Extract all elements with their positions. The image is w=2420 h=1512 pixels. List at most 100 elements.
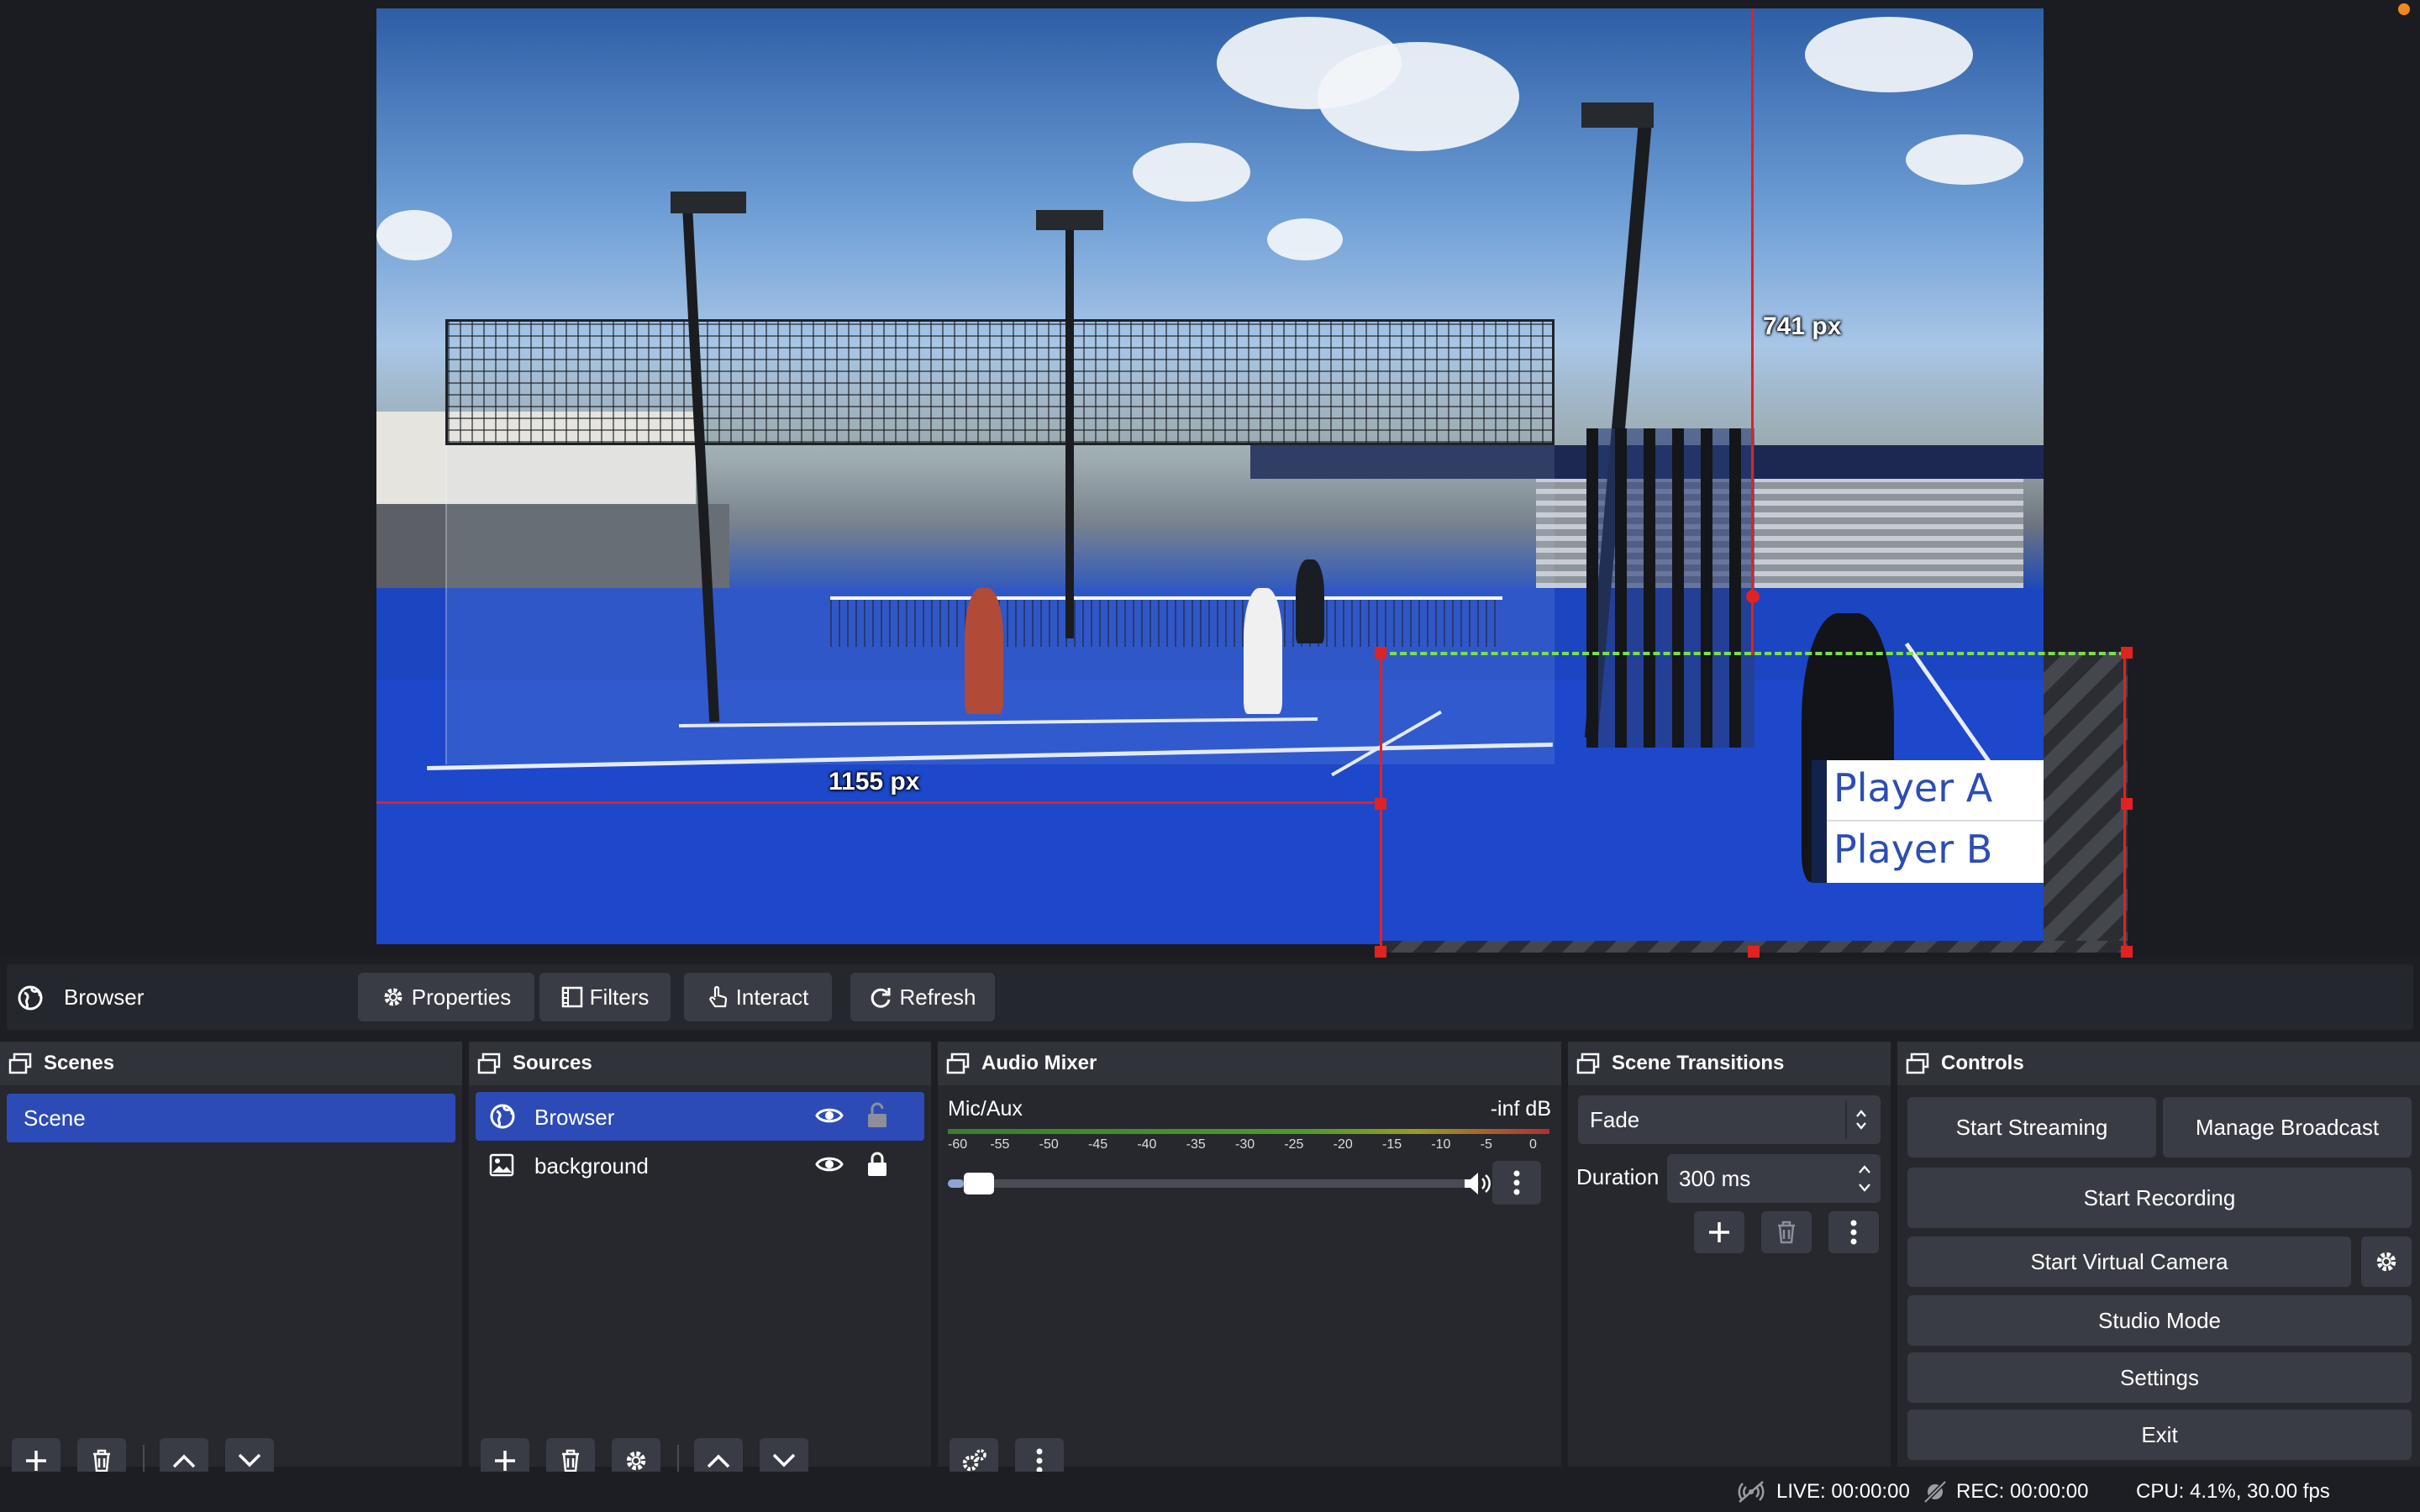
manage-broadcast-button[interactable]: Manage Broadcast — [2163, 1097, 2412, 1158]
remove-transition-button[interactable] — [1761, 1211, 1812, 1253]
gear-icon — [623, 1448, 649, 1473]
resize-handle-bottom-left[interactable] — [1375, 946, 1386, 958]
audio-mixer-title: Audio Mixer — [981, 1052, 1097, 1074]
up-down-arrows-icon — [1845, 1100, 1876, 1139]
floodlight — [1036, 210, 1103, 230]
source-item-background[interactable]: background — [476, 1141, 924, 1189]
cloud — [1133, 143, 1250, 202]
dock-window-icon — [1906, 1053, 1929, 1074]
selection-box[interactable] — [1380, 652, 2126, 951]
interact-label: Interact — [735, 984, 809, 1010]
volume-meter — [948, 1129, 1549, 1134]
transition-select-value: Fade — [1590, 1106, 1640, 1132]
resize-handle-bottom[interactable] — [1748, 946, 1760, 958]
cloud — [1805, 17, 1973, 92]
volume-slider-fill — [948, 1179, 964, 1188]
interact-button[interactable]: Interact — [684, 973, 832, 1021]
meter-scale: -60 -55 -50 -45 -40 -35 -30 -25 -20 -15 -10 -5 0 — [948, 1137, 1549, 1158]
recording-off-icon — [1923, 1480, 1948, 1504]
dock-window-icon — [477, 1053, 501, 1074]
start-recording-button[interactable]: Start Recording — [1907, 1168, 2412, 1228]
trash-icon — [560, 1448, 581, 1473]
net — [830, 596, 1502, 647]
cloud — [376, 210, 452, 260]
meter-tick-label: -55 — [990, 1137, 1010, 1152]
globe-icon — [489, 1103, 516, 1130]
source-toolbar: Browser Properties Filters Interact Refr… — [7, 964, 2413, 1030]
volume-slider[interactable] — [948, 1179, 1479, 1188]
transition-menu-button[interactable] — [1828, 1211, 1879, 1253]
live-timer: LIVE: 00:00:00 — [1776, 1480, 1910, 1503]
trash-icon — [91, 1448, 113, 1473]
speaker-icon[interactable] — [1462, 1169, 1492, 1198]
meter-tick-label: 0 — [1529, 1137, 1537, 1152]
meter-tick-label: -50 — [1039, 1137, 1059, 1152]
source-item-browser[interactable]: Browser — [476, 1092, 924, 1141]
filter-icon — [561, 986, 583, 1008]
spin-arrows-icon[interactable] — [1857, 1161, 1872, 1196]
trash-icon — [1776, 1220, 1797, 1245]
scene-transitions-dock-header: Scene Transitions — [1568, 1042, 1891, 1085]
floodlight — [1581, 102, 1654, 128]
scene-item[interactable]: Scene — [7, 1094, 455, 1142]
studio-mode-button[interactable]: Studio Mode — [1907, 1295, 2412, 1346]
refresh-icon — [869, 985, 892, 1009]
eye-icon[interactable] — [815, 1153, 844, 1175]
settings-button[interactable]: Settings — [1907, 1352, 2412, 1403]
refresh-button[interactable]: Refresh — [850, 973, 995, 1021]
light-pole — [1065, 218, 1074, 638]
dock-window-icon — [8, 1053, 32, 1074]
cloud — [1906, 134, 2023, 185]
audio-mixer-dock-header: Audio Mixer — [938, 1042, 1561, 1085]
guide-line-vertical — [1751, 8, 1754, 655]
guide-line-horizontal — [376, 801, 1385, 804]
virtual-camera-settings-button[interactable] — [2361, 1236, 2412, 1287]
rec-status: REC: 00:00:00 — [1923, 1480, 2088, 1504]
player-figure — [1296, 559, 1324, 643]
kebab-menu-icon — [1036, 1448, 1043, 1473]
meter-tick-label: -45 — [1088, 1137, 1108, 1152]
start-virtual-camera-button[interactable]: Start Virtual Camera — [1907, 1236, 2351, 1287]
meter-tick-label: -30 — [1235, 1137, 1255, 1152]
add-transition-button[interactable] — [1694, 1211, 1744, 1253]
width-distance-label: 1155 px — [829, 768, 920, 795]
controls-title: Controls — [1941, 1052, 2024, 1074]
duration-spinbox[interactable]: 300 ms — [1667, 1154, 1881, 1203]
properties-label: Properties — [411, 984, 512, 1010]
plus-icon — [492, 1448, 518, 1473]
resize-handle-left[interactable] — [1375, 798, 1386, 810]
chevron-down-icon — [237, 1452, 262, 1469]
kebab-menu-icon — [1850, 1220, 1857, 1245]
cloud — [1267, 218, 1343, 260]
dock-window-icon — [1576, 1053, 1600, 1074]
eye-icon[interactable] — [815, 1105, 844, 1126]
guide-endpoint — [1746, 590, 1760, 603]
height-distance-label: 741 px — [1763, 312, 1842, 340]
resize-handle-top-left[interactable] — [1375, 647, 1386, 659]
exit-button[interactable]: Exit — [1907, 1410, 2412, 1460]
scenes-list: Scene — [0, 1085, 462, 1483]
resize-handle-right[interactable] — [2121, 798, 2133, 810]
player-figure — [965, 588, 1003, 714]
sources-dock-header: Sources — [469, 1042, 931, 1085]
dock-window-icon — [946, 1053, 970, 1074]
unlock-icon[interactable] — [865, 1102, 889, 1129]
preview-area[interactable]: 741 px 1155 px Player A 0 0 0 Player B 0… — [0, 0, 2420, 958]
sources-dock: Sources Browser background — [469, 1042, 931, 1483]
duration-label: Duration — [1576, 1164, 1660, 1189]
controls-dock: Controls Start Streaming Manage Broadcas… — [1897, 1042, 2420, 1467]
resize-handle-top-right[interactable] — [2121, 647, 2133, 659]
filters-button[interactable]: Filters — [539, 973, 671, 1021]
meter-tick-label: -35 — [1186, 1137, 1206, 1152]
start-streaming-button[interactable]: Start Streaming — [1907, 1097, 2156, 1158]
source-item-label: Browser — [534, 1105, 615, 1130]
transition-select[interactable]: Fade — [1578, 1095, 1881, 1144]
lock-icon[interactable] — [865, 1151, 889, 1178]
selected-source-name: Browser — [64, 984, 145, 1010]
scenes-dock: Scenes Scene — [0, 1042, 462, 1483]
audio-mixer-dock: Audio Mixer Mic/Aux -inf dB -60 -55 -50 -45… — [938, 1042, 1561, 1483]
resize-handle-bottom-right[interactable] — [2121, 946, 2133, 958]
channel-menu-button[interactable] — [1492, 1161, 1541, 1205]
volume-slider-handle[interactable] — [963, 1173, 994, 1194]
properties-button[interactable]: Properties — [358, 973, 534, 1021]
